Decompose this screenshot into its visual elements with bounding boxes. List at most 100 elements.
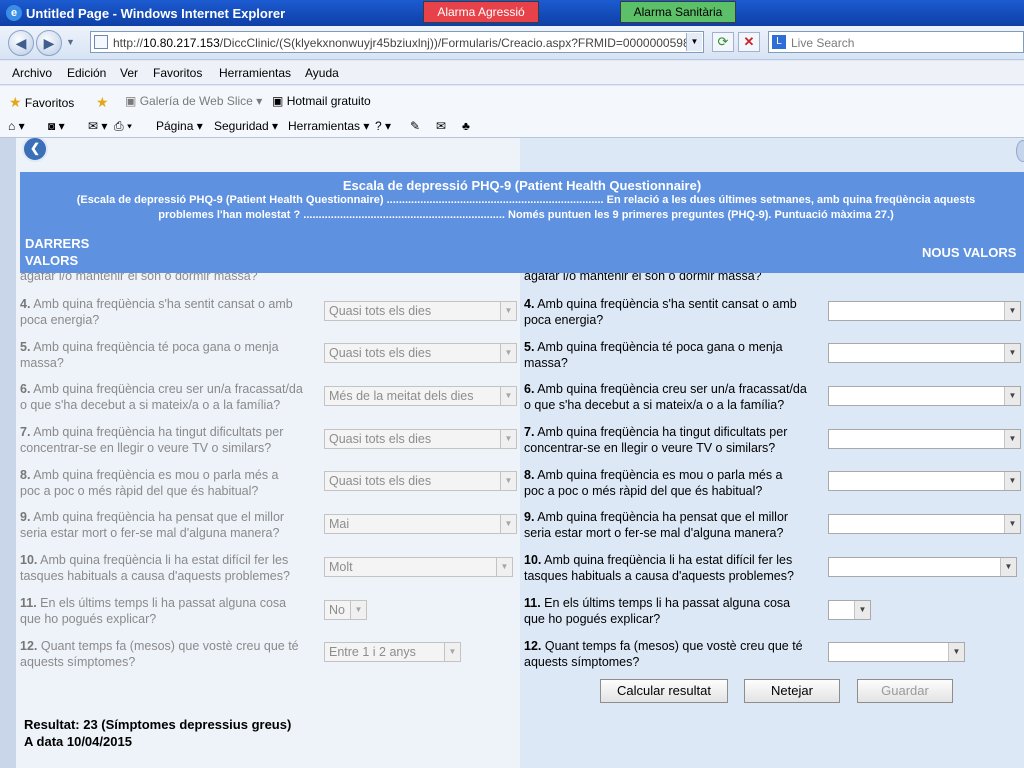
print-button[interactable]: ⎙ ▾ — [114, 119, 132, 134]
chevron-down-icon: ▼ — [948, 643, 964, 661]
question-8-select[interactable]: ▼ — [828, 471, 1021, 491]
chevron-down-icon: ▼ — [1004, 302, 1020, 320]
help-button[interactable]: ? ▾ — [375, 119, 391, 133]
result-text: Resultat: 23 (Símptomes depressius greus… — [24, 717, 292, 732]
back-button[interactable]: ◀ — [8, 30, 34, 56]
question-6-right: 6. Amb quina freqüència creu ser un/a fr… — [524, 382, 807, 412]
chevron-down-icon: ▼ — [496, 558, 512, 576]
question-12-left: 12. Quant temps fa (mesos) que vostè cre… — [20, 639, 299, 669]
question-7-right: 7. Amb quina freqüència ha tingut dificu… — [524, 425, 788, 455]
alarm-sanitaria-button[interactable]: Alarma Sanitària — [620, 1, 736, 23]
mail-icon: ✉ — [88, 119, 99, 133]
hotmail-link[interactable]: ▣ Hotmail gratuito — [272, 94, 371, 108]
web-slice-label: Galería de Web Slice — [139, 94, 253, 108]
question-6-select[interactable]: ▼ — [828, 386, 1021, 406]
question-6-last-value: Més de la meitat dels dies ▼ — [324, 386, 517, 406]
history-dropdown-icon[interactable]: ▼ — [66, 37, 75, 47]
form-header-banner: Escala de depressió PHQ-9 (Patient Healt… — [20, 172, 1024, 273]
question-5-select[interactable]: ▼ — [828, 343, 1021, 363]
chevron-down-icon: ▼ — [1000, 558, 1016, 576]
ie-page-icon: ▣ — [125, 94, 137, 108]
add-favorite-button[interactable]: ★ — [96, 94, 109, 111]
menu-edicion[interactable]: Edición — [67, 66, 106, 80]
feeds-button[interactable]: ◙ ▾ — [48, 119, 65, 133]
question-8-last-value: Quasi tots els dies ▼ — [324, 471, 517, 491]
command-bar: ⌂ ▾ ◙ ▾ ✉ ▾ ⎙ ▾ Página ▾ Seguridad ▾ Her… — [0, 114, 1024, 138]
chevron-down-icon: ▼ — [1004, 472, 1020, 490]
favorites-button[interactable]: ★ Favoritos — [9, 94, 74, 111]
translate-icon[interactable]: ✉ — [436, 119, 446, 133]
window-title: Untitled Page - Windows Internet Explore… — [26, 6, 286, 21]
question-12-select[interactable]: ▼ — [828, 642, 965, 662]
search-input[interactable]: L Live Search — [768, 31, 1024, 53]
help-icon: ? — [375, 119, 382, 133]
forward-button[interactable]: ▶ — [36, 30, 62, 56]
question-5-last-value: Quasi tots els dies ▼ — [324, 343, 517, 363]
chevron-down-icon: ▼ — [500, 344, 516, 362]
result-date: A data 10/04/2015 — [24, 734, 132, 749]
search-placeholder: Live Search — [791, 36, 855, 50]
security-menu-button[interactable]: Seguridad ▾ — [214, 119, 278, 133]
menu-ayuda[interactable]: Ayuda — [305, 66, 339, 80]
question-8-left: 8. Amb quina freqüència es mou o parla m… — [20, 468, 279, 498]
question-6-left: 6. Amb quina freqüència creu ser un/a fr… — [20, 382, 303, 412]
chevron-down-icon: ▼ — [854, 601, 870, 619]
save-button[interactable]: Guardar — [857, 679, 953, 703]
research-icon[interactable]: ✎ — [410, 119, 420, 133]
page-menu-label: Página — [156, 119, 194, 133]
question-9-left: 9. Amb quina freqüència ha pensat que el… — [20, 510, 285, 540]
address-input[interactable]: http://10.80.217.153/DiccClinic/(S(klyek… — [90, 31, 704, 53]
stop-button[interactable]: ✕ — [738, 32, 760, 52]
refresh-button[interactable]: ⟳ — [712, 32, 734, 52]
add-favorite-icon: ★ — [96, 94, 109, 110]
question-5-left: 5. Amb quina freqüència té poca gana o m… — [20, 340, 279, 370]
question-5-right: 5. Amb quina freqüència té poca gana o m… — [524, 340, 783, 370]
mail-button[interactable]: ✉ ▾ — [88, 119, 107, 133]
tools-menu-button[interactable]: Herramientas ▾ — [288, 119, 369, 133]
question-10-left: 10. Amb quina freqüència li ha estat dif… — [20, 553, 290, 583]
home-button[interactable]: ⌂ ▾ — [8, 119, 25, 133]
question-10-last-value: Molt ▼ — [324, 557, 513, 577]
question-11-select[interactable]: ▼ — [828, 600, 871, 620]
menu-archivo[interactable]: Archivo — [12, 66, 52, 80]
chevron-down-icon: ▼ — [500, 302, 516, 320]
calculate-result-button[interactable]: Calcular resultat — [600, 679, 728, 703]
menu-herramientas[interactable]: Herramientas — [219, 66, 291, 80]
question-9-select[interactable]: ▼ — [828, 514, 1021, 534]
question-10-right: 10. Amb quina freqüència li ha estat dif… — [524, 553, 794, 583]
chevron-down-icon: ▼ — [500, 430, 516, 448]
result-summary: Resultat: 23 (Símptomes depressius greus… — [24, 716, 291, 750]
chevron-down-icon: ▼ — [444, 643, 460, 661]
page-menu-button[interactable]: Página ▾ — [156, 119, 203, 133]
url-host: 10.80.217.153 — [143, 36, 220, 50]
ie-logo-icon: e — [6, 5, 22, 21]
clear-button[interactable]: Netejar — [744, 679, 840, 703]
address-url[interactable]: http://10.80.217.153/DiccClinic/(S(klyek… — [113, 36, 693, 50]
security-menu-label: Seguridad — [214, 119, 269, 133]
question-12-last-value: Entre 1 i 2 anys ▼ — [324, 642, 461, 662]
question-4-select[interactable]: ▼ — [828, 301, 1021, 321]
chevron-down-icon: ▼ — [500, 515, 516, 533]
menu-ver[interactable]: Ver — [120, 66, 138, 80]
address-dropdown-icon[interactable]: ▼ — [686, 33, 702, 51]
question-7-select[interactable]: ▼ — [828, 429, 1021, 449]
question-9-right: 9. Amb quina freqüència ha pensat que el… — [524, 510, 789, 540]
chevron-down-icon: ▼ — [350, 601, 366, 619]
menu-favoritos[interactable]: Favoritos — [153, 66, 202, 80]
forward-circle-button[interactable] — [1016, 140, 1024, 162]
chevron-down-icon: ▼ — [1004, 387, 1020, 405]
page-content: ❮ agafar i/o mantenir el son o dormir ma… — [0, 138, 1024, 768]
home-icon: ⌂ — [8, 119, 16, 133]
web-slice-gallery-link[interactable]: ▣ Galería de Web Slice ▾ — [125, 94, 262, 108]
chevron-down-icon: ▼ — [500, 472, 516, 490]
printer-icon: ⎙ — [114, 119, 124, 133]
question-11-last-value: No ▼ — [324, 600, 367, 620]
question-10-select[interactable]: ▼ — [828, 557, 1017, 577]
alarm-agressio-button[interactable]: Alarma Agressió — [423, 1, 539, 23]
ie-page-icon: ▣ — [272, 94, 284, 108]
star-icon: ★ — [9, 94, 22, 110]
chevron-down-icon: ▼ — [1004, 344, 1020, 362]
arrow-left-icon: ◀ — [15, 35, 27, 51]
url-prefix: http:// — [113, 36, 144, 50]
messenger-icon[interactable]: ♣ — [462, 119, 470, 133]
